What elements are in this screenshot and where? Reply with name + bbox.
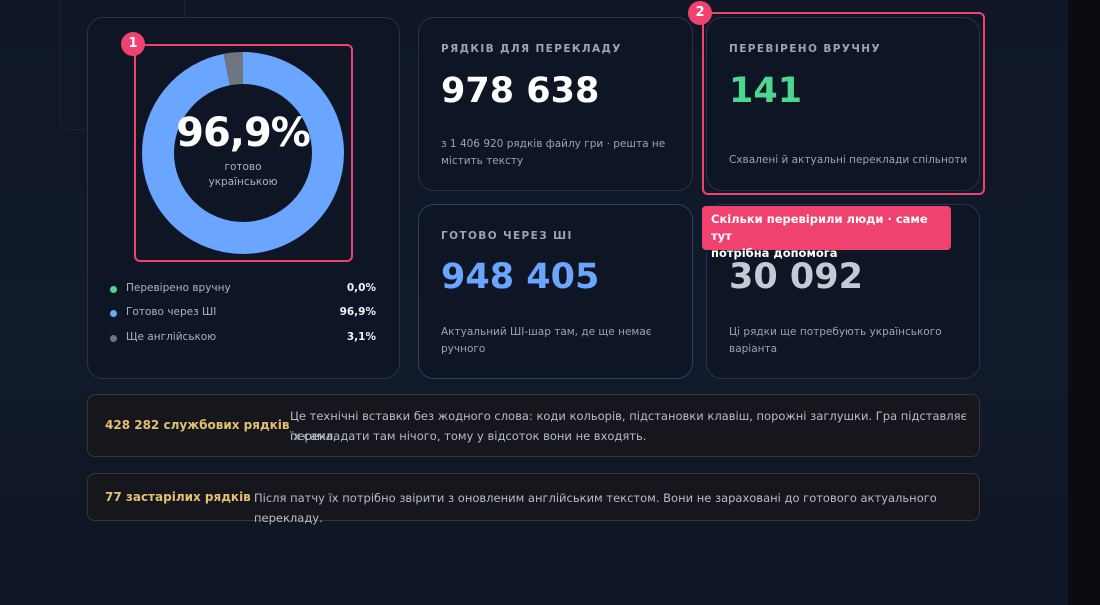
- legend-value: 96,9%: [339, 306, 376, 318]
- total-lines-card: РЯДКІВ ДЛЯ ПЕРЕКЛАДУ 978 638 з 1 406 920…: [418, 17, 693, 191]
- legend-dot-english: [110, 335, 117, 342]
- note-title: 428 282 службових рядків: [105, 418, 290, 432]
- card-description-1: Актуальний ШІ-шар там, де ще немає: [441, 326, 652, 338]
- card-description-2: ручного: [441, 343, 486, 355]
- tooltip-line-1: Скільки перевірили люди · саме тут: [711, 212, 928, 243]
- annotation-tooltip: Скільки перевірили люди · саме тут потрі…: [702, 206, 951, 260]
- note-text-2: перекладати там нічого, тому у відсоток …: [290, 429, 647, 443]
- card-description-1: з 1 406 920 рядків файлу гри · решта не: [441, 138, 666, 150]
- annotation-badge-2: 2: [688, 1, 712, 25]
- card-description-2: містить тексту: [441, 155, 524, 167]
- ai-ready-card: ГОТОВО ЧЕРЕЗ ШІ 948 405 Актуальний ШІ-ша…: [418, 204, 693, 379]
- legend-dot-manual: [110, 286, 117, 293]
- highlight-box-2: [702, 12, 985, 195]
- tooltip-line-2: потрібна допомога: [711, 246, 838, 260]
- annotation-badge-1: 1: [121, 32, 145, 56]
- total-lines-value: 978 638: [441, 71, 600, 111]
- card-description-1: Ці рядки ще потребують українського: [729, 326, 942, 338]
- card-label: ГОТОВО ЧЕРЕЗ ШІ: [441, 230, 573, 242]
- ai-ready-value: 948 405: [441, 257, 600, 297]
- legend-dot-ai: [110, 310, 117, 317]
- legend-label: Готово через ШІ: [126, 306, 217, 318]
- legend-row-manual: Перевірено вручну 0,0%: [110, 282, 376, 298]
- legend-label: Перевірено вручну: [126, 282, 231, 294]
- card-description-2: варіанта: [729, 343, 778, 355]
- legend-label: Ще англійською: [126, 331, 217, 343]
- legend-row-ai: Готово через ШІ 96,9%: [110, 306, 376, 322]
- note-text-1: Після патчу їх потрібно звірити з оновле…: [254, 491, 937, 525]
- note-title: 77 застарілих рядків: [105, 490, 251, 504]
- highlight-box-1: [134, 44, 353, 262]
- scrollbar-track[interactable]: [1068, 0, 1100, 605]
- service-lines-note: 428 282 службових рядків Це технічні вст…: [87, 394, 980, 457]
- legend-value: 3,1%: [346, 331, 376, 343]
- legend-row-english: Ще англійською 3,1%: [110, 331, 376, 347]
- outdated-lines-note: 77 застарілих рядків Після патчу їх потр…: [87, 473, 980, 525]
- still-english-value: 30 092: [729, 257, 863, 297]
- legend-value: 0,0%: [346, 282, 376, 294]
- card-label: РЯДКІВ ДЛЯ ПЕРЕКЛАДУ: [441, 43, 622, 55]
